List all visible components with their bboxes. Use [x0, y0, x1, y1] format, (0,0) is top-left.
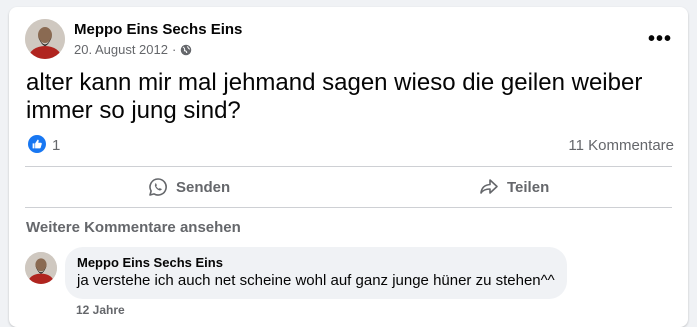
meta-separator: ·	[171, 42, 177, 57]
share-label: Teilen	[507, 178, 550, 196]
send-label: Senden	[176, 178, 231, 196]
avatar-photo	[25, 19, 65, 59]
like-reaction-icon[interactable]	[28, 135, 46, 153]
post-date[interactable]: 20. August 2012	[74, 42, 168, 57]
commenter-name[interactable]: Meppo Eins Sechs Eins	[77, 255, 555, 271]
commenter-avatar[interactable]	[25, 252, 57, 284]
share-button[interactable]: Teilen	[479, 171, 549, 203]
send-button[interactable]: Senden	[148, 171, 230, 203]
avatar-photo	[25, 252, 57, 284]
comment-text: ja verstehe ich auch net scheine wohl au…	[77, 272, 555, 289]
author-avatar[interactable]	[25, 19, 65, 59]
more-comments-link[interactable]: Weitere Kommentare ansehen	[26, 219, 241, 236]
comment-bubble: Meppo Eins Sechs Eins ja verstehe ich au…	[65, 247, 567, 299]
post-text: alter kann mir mal jehmand sagen wieso d…	[26, 69, 643, 124]
post-author-name[interactable]: Meppo Eins Sechs Eins	[74, 21, 242, 38]
more-options-icon[interactable]: •••	[644, 23, 676, 55]
divider	[25, 207, 672, 208]
share-arrow-icon	[480, 179, 498, 194]
post-card: Meppo Eins Sechs Eins 20. August 2012 · …	[9, 7, 688, 327]
whatsapp-icon	[149, 178, 167, 196]
comment-timestamp[interactable]: 12 Jahre	[76, 303, 125, 317]
globe-icon	[181, 44, 192, 55]
reaction-count[interactable]: 1	[52, 137, 60, 154]
divider	[25, 166, 672, 167]
post-meta: 20. August 2012 ·	[74, 42, 192, 57]
comment-count[interactable]: 11 Kommentare	[568, 137, 674, 154]
